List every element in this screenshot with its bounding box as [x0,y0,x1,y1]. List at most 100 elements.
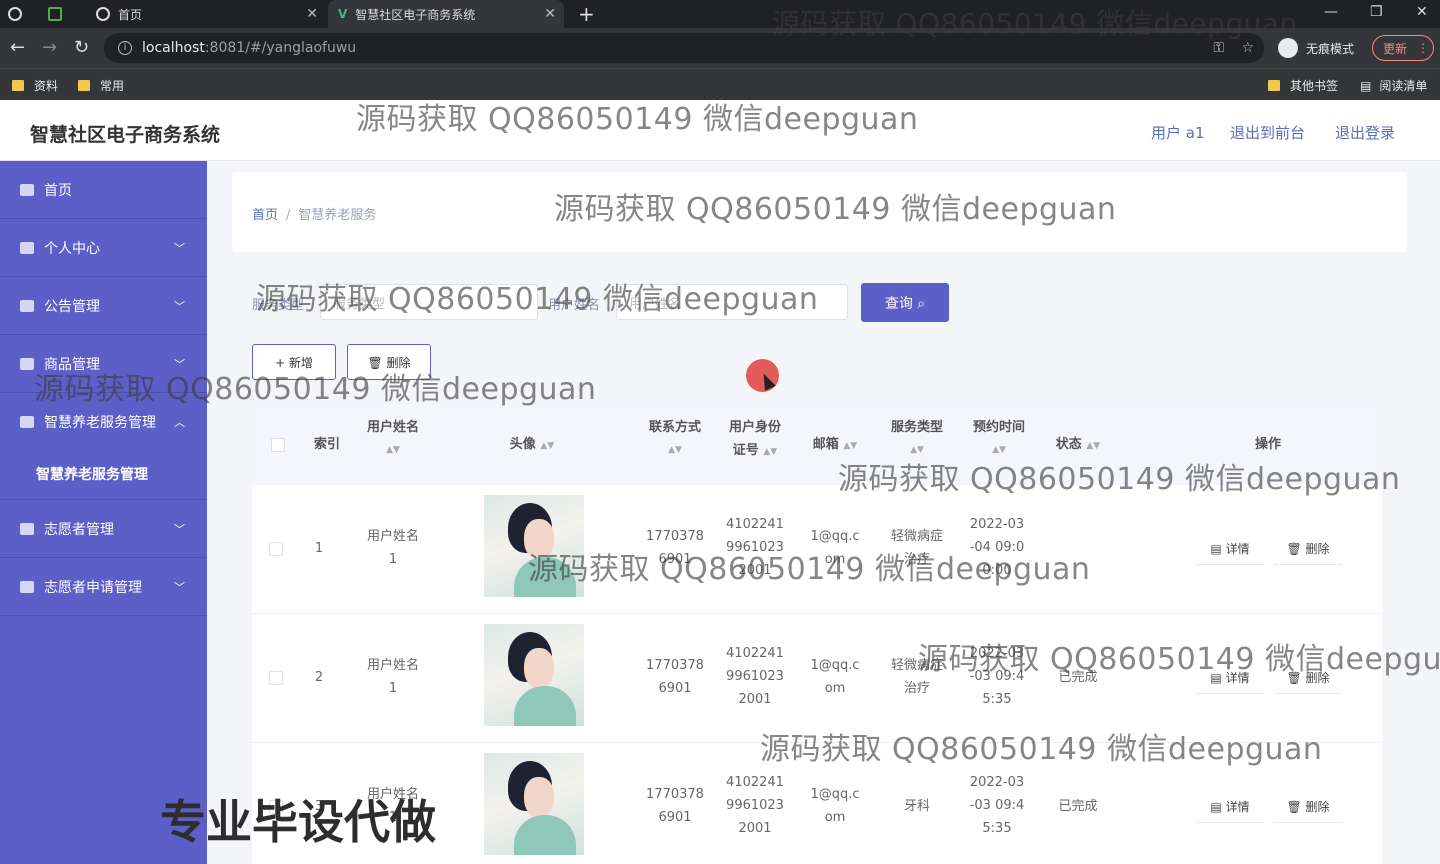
breadcrumb-separator: / [286,208,291,223]
star-icon[interactable]: ☆ [1241,40,1254,56]
bookmark-folder[interactable]: 常用 [78,77,124,94]
bookmark-folder[interactable]: 其他书签 [1268,77,1338,94]
cell-text: 4102241 [726,775,784,790]
sidebar-item-home[interactable]: 首页 [0,161,207,219]
globe-icon [96,7,110,21]
logout-link[interactable]: 退出登录 [1335,122,1395,143]
col-avatar[interactable]: 头像 ▲▼ [482,433,582,458]
cell-text: 9961023 [726,669,784,684]
browser-tab-home[interactable]: 首页 ✕ [88,0,326,28]
col-username[interactable]: 用户姓名 ▲▼ [354,416,432,462]
delete-button[interactable]: 🗑 删除 [1274,533,1342,565]
chevron-up-icon: ︿ [174,415,185,429]
col-label: 服务类型 [890,420,943,435]
cell-text: 治疗 [903,681,930,696]
col-phone[interactable]: 联系方式 ▲▼ [636,416,714,462]
query-button[interactable]: 查询 ⌕ [861,283,949,322]
sidebar-item-label: 公告管理 [44,298,100,315]
product-icon [20,357,34,370]
row-checkbox[interactable] [269,671,283,685]
promo-watermark: 专业毕设代做 [160,795,436,849]
vue-icon: V [338,7,348,21]
sidebar-item-label: 志愿者申请管理 [44,579,142,596]
sidebar-item-label: 首页 [44,182,72,199]
url-host: localhost [142,40,205,56]
detail-button[interactable]: ▤ 详情 [1196,533,1264,565]
col-idcard[interactable]: 用户身份 证号 ▲▼ [718,416,792,464]
minimize-icon[interactable]: — [1324,4,1338,20]
back-to-front-link[interactable]: 退出到前台 [1230,122,1305,143]
service-icon [20,415,34,428]
close-window-icon[interactable]: ✕ [1416,4,1428,20]
cell-text: 1@qq.c [810,787,860,802]
cell-text: 9961023 [726,798,784,813]
sidebar-item-notices[interactable]: 公告管理 ﹀ [0,277,207,335]
cell-phone: 1770378 6901 [636,783,714,829]
forward-icon[interactable]: → [42,37,57,58]
update-button[interactable]: 更新 ⋮ [1372,35,1434,61]
reload-icon[interactable]: ↻ [74,37,89,58]
notice-icon [20,299,34,312]
more-icon: ⋮ [1417,41,1430,55]
cell-text: 牙科 [903,799,930,814]
home-icon [20,183,34,196]
close-tab-icon[interactable]: ✕ [306,6,318,22]
cell-text: om [824,810,846,825]
watermark: 源码获取 QQ86050149 微信deepguan [918,642,1440,677]
chevron-down-icon: ﹀ [174,241,185,255]
cell-text: 用户姓名 [366,529,419,544]
breadcrumb-current: 智慧养老服务 [298,208,377,223]
watermark: 源码获取 QQ86050149 微信deepguan [528,552,1091,587]
col-label: 用户姓名 [366,420,419,435]
restore-icon[interactable]: ❐ [1370,4,1383,20]
col-label: 用户身份 [728,420,781,435]
cell-idcard: 4102241 9961023 2001 [718,642,792,711]
bookmark-folder[interactable]: 资料 [12,77,58,94]
update-label: 更新 [1383,41,1408,56]
avatar-image [484,624,584,726]
breadcrumb-home[interactable]: 首页 [252,208,278,223]
row-checkbox[interactable] [269,542,283,556]
cell-email: 1@qq.c om [800,783,870,829]
reading-list-icon: ▤ [1360,78,1372,93]
detail-button[interactable]: ▤ 详情 [1196,791,1264,823]
back-icon[interactable]: ← [10,37,25,58]
watermark: 源码获取 QQ86050149 微信deepguan [34,372,597,407]
send-icon [20,580,34,593]
cell-text: 1 [388,552,398,567]
delete-button[interactable]: 🗑 删除 [1274,791,1342,823]
breadcrumb: 首页 / 智慧养老服务 [252,204,376,223]
info-icon[interactable]: i [118,41,132,55]
sort-icon: ▲▼ [763,447,778,457]
watermark: 源码获取 QQ86050149 微信deepguan [838,462,1401,497]
col-label: 头像 [509,437,536,452]
new-tab-icon[interactable]: + [578,2,595,26]
folder-icon [78,80,90,91]
sidebar-item-profile[interactable]: 个人中心 ﹀ [0,219,207,277]
sidebar-item-volunteers[interactable]: 志愿者管理 ﹀ [0,500,207,558]
app-tab-icon[interactable] [48,0,78,28]
tab-label: 首页 [118,7,143,22]
bookmark-label: 资料 [34,79,59,93]
sidebar-item-volunteer-applications[interactable]: 志愿者申请管理 ﹀ [0,558,207,616]
cell-text: 4102241 [726,517,784,532]
select-all-checkbox[interactable] [271,438,285,452]
sidebar-subitem-elderly-care[interactable]: 智慧养老服务管理 [0,448,207,500]
chevron-down-icon: ﹀ [174,299,185,313]
key-icon[interactable]: ⚿ [1213,40,1224,56]
cell-text: 2001 [738,821,772,836]
url-path: :8081/#/yanglaofuwu [204,40,357,56]
browser-tab-active[interactable]: V 智慧社区电子商务系统 ✕ [328,0,564,28]
cell-status: 已完成 [1058,799,1098,814]
folder-icon [12,80,24,91]
cell-phone: 1770378 6901 [636,654,714,700]
cell-text: 2022-03 [969,517,1025,532]
close-tab-icon[interactable]: ✕ [544,6,556,22]
incognito-label: 无痕模式 [1306,41,1355,56]
chevron-down-icon: ﹀ [174,522,185,536]
sort-icon: ▲▼ [386,445,400,455]
cell-text: 2001 [738,692,772,707]
cell-text: 1770378 [646,787,704,802]
reading-list[interactable]: ▤ 阅读清单 [1360,77,1427,94]
sidebar-item-label: 智慧养老服务管理 [44,414,156,431]
